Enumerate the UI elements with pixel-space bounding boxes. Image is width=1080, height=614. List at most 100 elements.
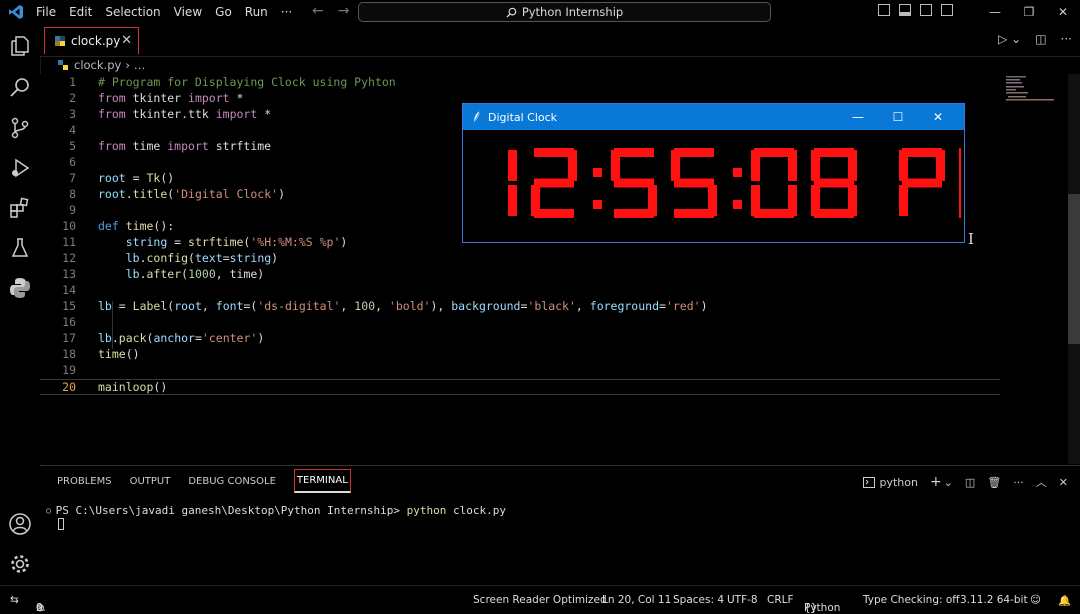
terminal-icon bbox=[863, 476, 876, 488]
breadcrumb-file[interactable]: clock.py bbox=[74, 58, 121, 72]
code-line[interactable]: 12 lb.config(text=string) bbox=[40, 251, 1000, 267]
code-token: ) bbox=[700, 299, 708, 313]
maximize-panel-icon[interactable]: ︿ bbox=[1036, 474, 1047, 490]
tab-problems[interactable]: PROBLEMS bbox=[57, 476, 112, 487]
encoding-status[interactable]: UTF-8 bbox=[727, 594, 758, 606]
code-line[interactable]: 16 bbox=[40, 315, 1000, 331]
source-control-icon[interactable] bbox=[8, 116, 32, 140]
code-token: lb bbox=[98, 299, 112, 313]
tab-clock-py[interactable]: clock.py ✕ bbox=[44, 27, 139, 54]
digital-clock-window[interactable]: Digital Clock — ☐ ✕ bbox=[462, 103, 965, 243]
code-token: time bbox=[125, 139, 168, 153]
line-number: 10 bbox=[62, 219, 76, 233]
code-line[interactable]: 19 bbox=[40, 363, 1000, 379]
run-debug-icon[interactable] bbox=[8, 156, 32, 180]
clock-segment bbox=[708, 185, 717, 216]
close-window-icon[interactable]: ✕ bbox=[1046, 5, 1080, 19]
remote-icon[interactable]: ⇆ bbox=[10, 594, 19, 606]
python-icon[interactable] bbox=[8, 276, 32, 300]
code-line[interactable]: 15 lb = Label(root, font=('ds-digital', 1… bbox=[40, 299, 1000, 315]
interpreter-status[interactable]: 3.11.2 64-bit bbox=[960, 594, 1028, 606]
code-token: , bbox=[340, 299, 355, 313]
tab-debug-console[interactable]: DEBUG CONSOLE bbox=[188, 476, 276, 487]
code-line[interactable]: 13 lb.after(1000, time) bbox=[40, 267, 1000, 283]
split-terminal-icon[interactable]: ◫ bbox=[965, 476, 975, 489]
more-actions-icon[interactable]: ··· bbox=[1061, 32, 1072, 46]
indentation-status[interactable]: Spaces: 4 bbox=[673, 594, 724, 606]
minimap[interactable] bbox=[1004, 74, 1064, 104]
tab-terminal[interactable]: TERMINAL bbox=[293, 469, 351, 493]
code-line[interactable]: 17 lb.pack(anchor='center') bbox=[40, 331, 1000, 347]
code-token: = bbox=[111, 299, 133, 313]
code-line[interactable]: 1 # Program for Displaying Clock using Py… bbox=[40, 75, 1000, 91]
menu-view[interactable]: View bbox=[174, 5, 202, 19]
search-icon[interactable] bbox=[8, 76, 32, 100]
breadcrumb-more[interactable]: … bbox=[134, 58, 146, 72]
scrollbar-thumb[interactable] bbox=[1068, 194, 1080, 344]
code-token: 'bold' bbox=[388, 299, 431, 313]
cursor-position[interactable]: Ln 20, Col 11 bbox=[602, 594, 671, 606]
type-checking-status[interactable]: Type Checking: off bbox=[863, 594, 960, 606]
code-token: () bbox=[153, 380, 168, 394]
clock-maximize-icon[interactable]: ☐ bbox=[878, 110, 918, 124]
terminal-output-line[interactable]: ○ PS C:\Users\javadi ganesh\Desktop\Pyth… bbox=[46, 504, 506, 517]
back-arrow-icon[interactable]: ← bbox=[312, 3, 324, 19]
extensions-icon[interactable] bbox=[8, 196, 32, 220]
code-token: () bbox=[125, 347, 140, 361]
accounts-icon[interactable] bbox=[8, 512, 32, 536]
restore-icon[interactable]: ❐ bbox=[1012, 5, 1046, 19]
customize-layout-icon[interactable] bbox=[941, 4, 953, 16]
menu-more[interactable]: ··· bbox=[281, 5, 292, 19]
split-editor-icon[interactable]: ◫ bbox=[1035, 32, 1046, 46]
tk-feather-icon bbox=[473, 110, 481, 124]
feedback-icon[interactable]: ☺ bbox=[1030, 594, 1041, 606]
code-token: 1000 bbox=[188, 267, 216, 281]
tab-output[interactable]: OUTPUT bbox=[130, 476, 171, 487]
command-center-search[interactable]: Python Internship bbox=[358, 2, 771, 22]
code-line[interactable]: 20 mainloop() bbox=[40, 379, 1000, 395]
editor-scrollbar[interactable] bbox=[1068, 74, 1080, 464]
new-terminal-icon[interactable]: + bbox=[930, 474, 942, 490]
code-token: lb bbox=[125, 267, 140, 281]
more-actions-icon[interactable]: ··· bbox=[1013, 476, 1024, 489]
eol-status[interactable]: CRLF bbox=[767, 594, 794, 606]
editor-actions: ▷ ⌄ ◫ ··· bbox=[984, 32, 1072, 46]
explorer-icon[interactable] bbox=[8, 34, 32, 58]
notifications-bell-icon[interactable]: 🔔 bbox=[1058, 594, 1071, 607]
toggle-secondary-sidebar-icon[interactable] bbox=[920, 4, 932, 16]
toggle-primary-sidebar-icon[interactable] bbox=[878, 4, 890, 16]
menu-edit[interactable]: Edit bbox=[69, 5, 92, 19]
code-line[interactable]: 14 bbox=[40, 283, 1000, 299]
minimize-icon[interactable]: — bbox=[978, 5, 1012, 19]
code-token: anchor bbox=[153, 331, 195, 345]
chevron-down-icon[interactable]: ⌄ bbox=[944, 476, 953, 489]
gear-icon[interactable] bbox=[8, 552, 32, 576]
toggle-panel-icon[interactable] bbox=[899, 4, 911, 16]
code-token: ) bbox=[278, 187, 285, 201]
forward-arrow-icon[interactable]: → bbox=[338, 3, 350, 19]
menu-run[interactable]: Run bbox=[245, 5, 268, 19]
line-number: 12 bbox=[62, 251, 76, 265]
menu-go[interactable]: Go bbox=[215, 5, 232, 19]
terminal-shell-name[interactable]: python bbox=[879, 476, 917, 489]
clock-window-titlebar[interactable]: Digital Clock — ☐ ✕ bbox=[463, 104, 964, 130]
close-icon[interactable]: ✕ bbox=[121, 33, 132, 48]
code-token: . bbox=[125, 187, 133, 201]
code-token: time bbox=[98, 347, 126, 361]
run-python-file-icon[interactable]: ▷ ⌄ bbox=[998, 32, 1021, 46]
code-token: , time) bbox=[215, 267, 265, 281]
trash-icon[interactable]: 🗑 bbox=[987, 476, 1001, 489]
screen-reader-status[interactable]: Screen Reader Optimized bbox=[473, 594, 607, 606]
code-line[interactable]: 18 time() bbox=[40, 347, 1000, 363]
breadcrumb: clock.py › … bbox=[58, 57, 145, 73]
code-text: def time(): bbox=[98, 219, 174, 233]
close-panel-icon[interactable]: ✕ bbox=[1059, 476, 1068, 489]
clock-close-icon[interactable]: ✕ bbox=[918, 110, 958, 124]
menu-file[interactable]: File bbox=[36, 5, 56, 19]
clock-minimize-icon[interactable]: — bbox=[838, 110, 878, 124]
menu-selection[interactable]: Selection bbox=[105, 5, 160, 19]
clock-segment bbox=[733, 200, 742, 209]
testing-flask-icon[interactable] bbox=[8, 236, 32, 260]
code-text: time() bbox=[98, 347, 140, 361]
